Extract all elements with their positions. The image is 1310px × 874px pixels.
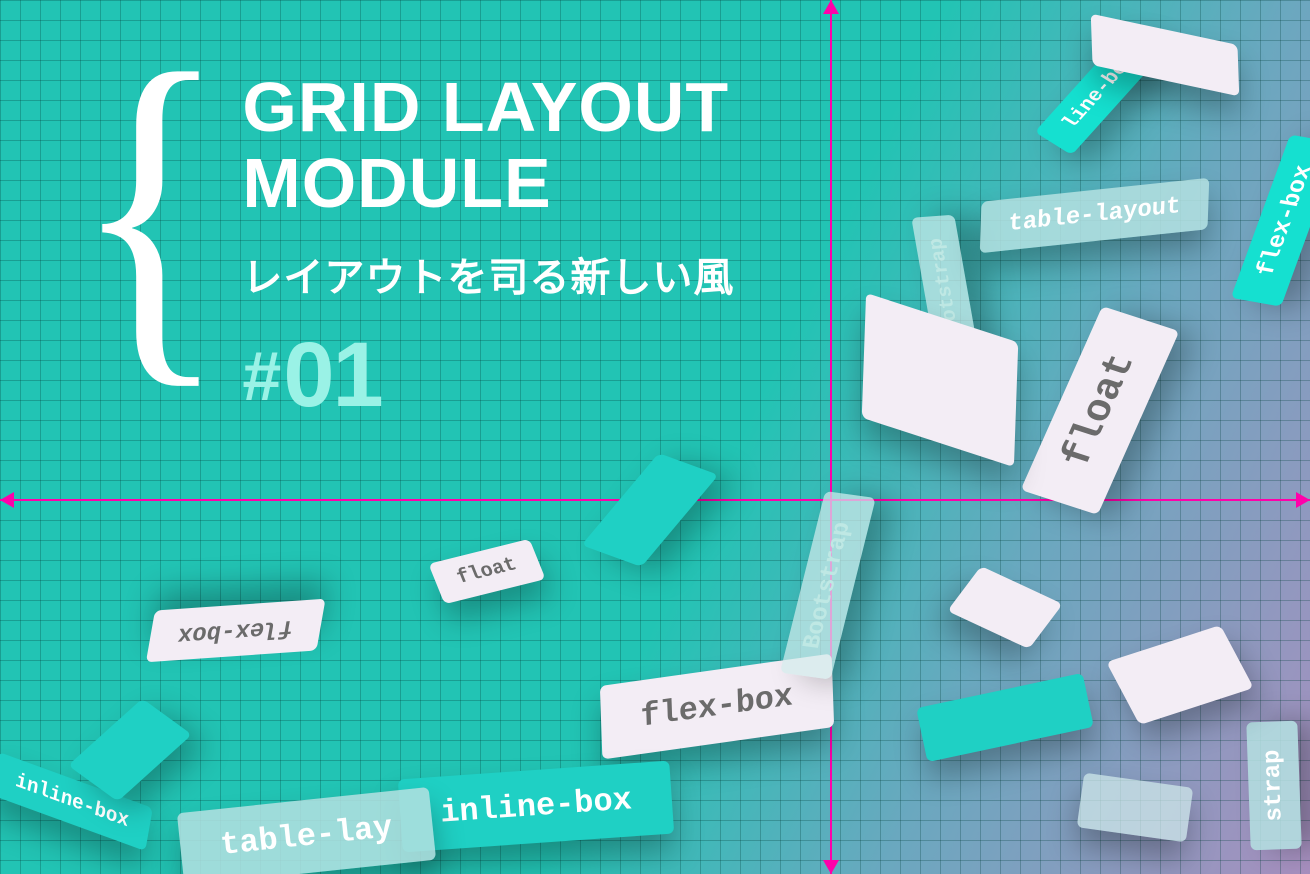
axis-vertical bbox=[830, 0, 832, 874]
card-bootstrap-v: Bootstrap bbox=[780, 491, 876, 679]
title-line2: MODULE bbox=[242, 146, 734, 222]
card-flexbox-cyan: flex-box bbox=[1231, 134, 1310, 306]
card-strap-btm: strap bbox=[1246, 721, 1301, 851]
title-line1: GRID LAYOUT bbox=[242, 70, 734, 146]
axis-arrow-down bbox=[823, 860, 839, 874]
axis-arrow-left bbox=[0, 492, 14, 508]
hash-symbol: # bbox=[242, 337, 279, 415]
card-blank bbox=[862, 293, 1019, 467]
title-number: #01 bbox=[242, 323, 734, 428]
card-tablelayout-top: table-layout bbox=[980, 178, 1209, 253]
card-blank bbox=[1077, 773, 1194, 843]
card-blank bbox=[581, 453, 718, 567]
card-inlinebox-btm: inline-box bbox=[398, 761, 674, 853]
card-float-big: float bbox=[1021, 306, 1180, 515]
card-float-sm: float bbox=[428, 539, 545, 604]
title-block: { GRID LAYOUT MODULE レイアウトを司る新しい風 #01 bbox=[60, 60, 734, 428]
title-subtitle: レイアウトを司る新しい風 bbox=[242, 245, 734, 303]
card-blank bbox=[1106, 625, 1253, 725]
axis-arrow-up bbox=[823, 0, 839, 14]
axis-arrow-right bbox=[1296, 492, 1310, 508]
title-text: GRID LAYOUT MODULE レイアウトを司る新しい風 #01 bbox=[242, 60, 734, 428]
card-blank bbox=[916, 673, 1094, 762]
card-flexbox-mid: flex-box bbox=[146, 599, 326, 663]
card-tablelayout-btm: table-lay bbox=[177, 787, 436, 874]
number-value: 01 bbox=[283, 324, 381, 426]
brace-glyph: { bbox=[73, 60, 220, 356]
card-blank bbox=[947, 566, 1062, 649]
